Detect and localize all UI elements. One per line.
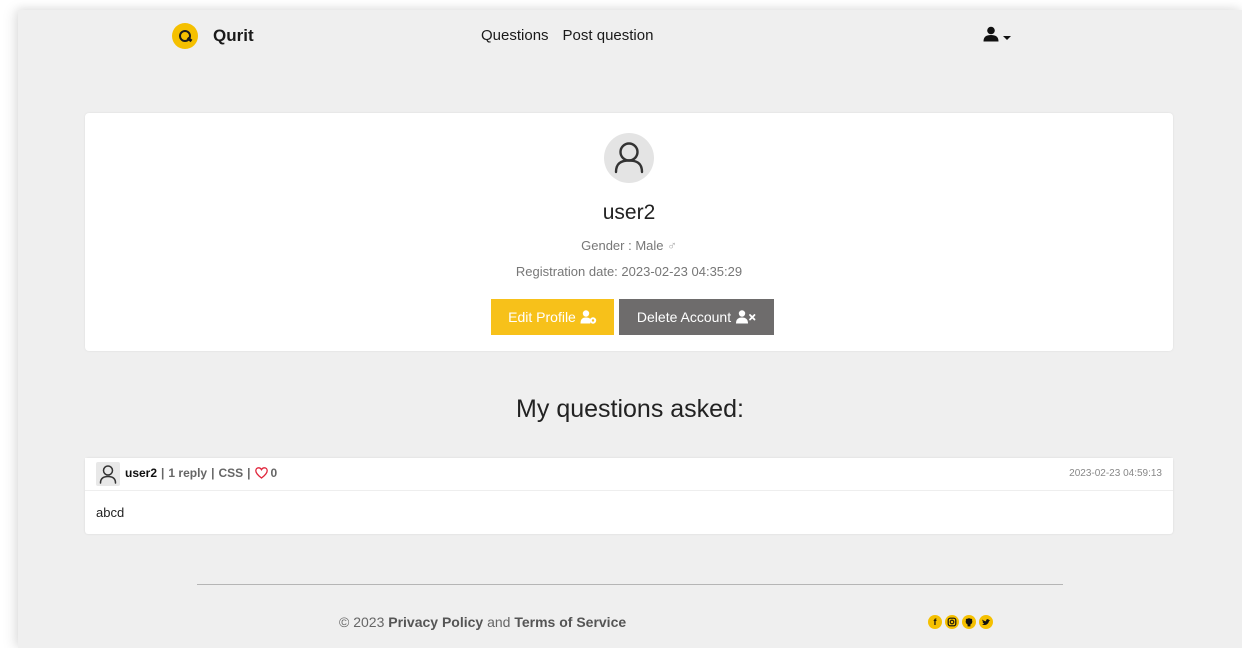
footer-divider [197, 584, 1063, 585]
copyright-text: © 2023 [339, 614, 385, 630]
question-header: user2 | 1 reply | CSS | 0 2023-02-23 04:… [85, 458, 1173, 491]
heart-icon[interactable] [254, 467, 268, 479]
user-outline-icon [614, 142, 644, 174]
male-symbol-icon: ♂ [667, 238, 677, 253]
registration-date: Registration date: 2023-02-23 04:35:29 [515, 264, 743, 279]
user-icon [982, 26, 1000, 47]
delete-account-label: Delete Account [636, 309, 732, 325]
nav-link-post-question[interactable]: Post question [563, 27, 654, 44]
question-likes: 0 [270, 466, 278, 480]
question-replies[interactable]: 1 reply [168, 466, 207, 480]
facebook-icon[interactable]: f [928, 615, 942, 629]
gender-label: Gender : Male [581, 238, 664, 253]
page-viewport: Qurit Questions Post question user2 Gend… [18, 10, 1242, 648]
nav-link-questions[interactable]: Questions [481, 27, 549, 44]
instagram-icon[interactable] [945, 615, 959, 629]
social-links: f [928, 615, 993, 629]
question-tag[interactable]: CSS [218, 466, 243, 480]
question-card[interactable]: user2 | 1 reply | CSS | 0 2023-02-23 04:… [85, 458, 1173, 534]
profile-card: user2 Gender : Male ♂ Registration date:… [85, 113, 1173, 351]
profile-username: user2 [602, 201, 656, 224]
privacy-policy-link[interactable]: Privacy Policy [388, 614, 483, 630]
separator: | [211, 466, 215, 480]
question-date: 2023-02-23 04:59:13 [1069, 468, 1162, 479]
delete-account-button[interactable]: Delete Account [619, 299, 774, 335]
edit-profile-label: Edit Profile [508, 309, 576, 325]
terms-of-service-link[interactable]: Terms of Service [514, 614, 626, 630]
footer-and-text: and [487, 614, 511, 630]
brand-name: Qurit [213, 26, 254, 45]
brand-link[interactable]: Qurit [172, 23, 254, 49]
user-remove-icon [735, 310, 756, 324]
separator: | [247, 466, 251, 480]
avatar [96, 462, 120, 486]
nav-links: Questions Post question [481, 27, 653, 44]
chevron-down-icon [1003, 35, 1011, 40]
user-menu-dropdown[interactable] [982, 26, 1011, 47]
qurit-logo-icon [172, 23, 198, 49]
question-meta: user2 | 1 reply | CSS | 0 [125, 466, 277, 480]
user-outline-icon [99, 465, 117, 484]
avatar [604, 133, 654, 183]
section-title: My questions asked: [516, 395, 744, 423]
navbar: Qurit Questions Post question [18, 10, 1242, 62]
profile-actions: Edit Profile Delete Account [491, 299, 774, 335]
edit-profile-button[interactable]: Edit Profile [491, 299, 614, 335]
question-body[interactable]: abcd [96, 505, 124, 520]
github-icon[interactable] [962, 615, 976, 629]
question-author[interactable]: user2 [125, 466, 157, 480]
footer-text: © 2023 Privacy Policy and Terms of Servi… [339, 614, 626, 630]
twitter-icon[interactable] [979, 615, 993, 629]
profile-gender: Gender : Male ♂ [85, 238, 1173, 253]
separator: | [161, 466, 165, 480]
user-gear-icon [580, 310, 597, 324]
